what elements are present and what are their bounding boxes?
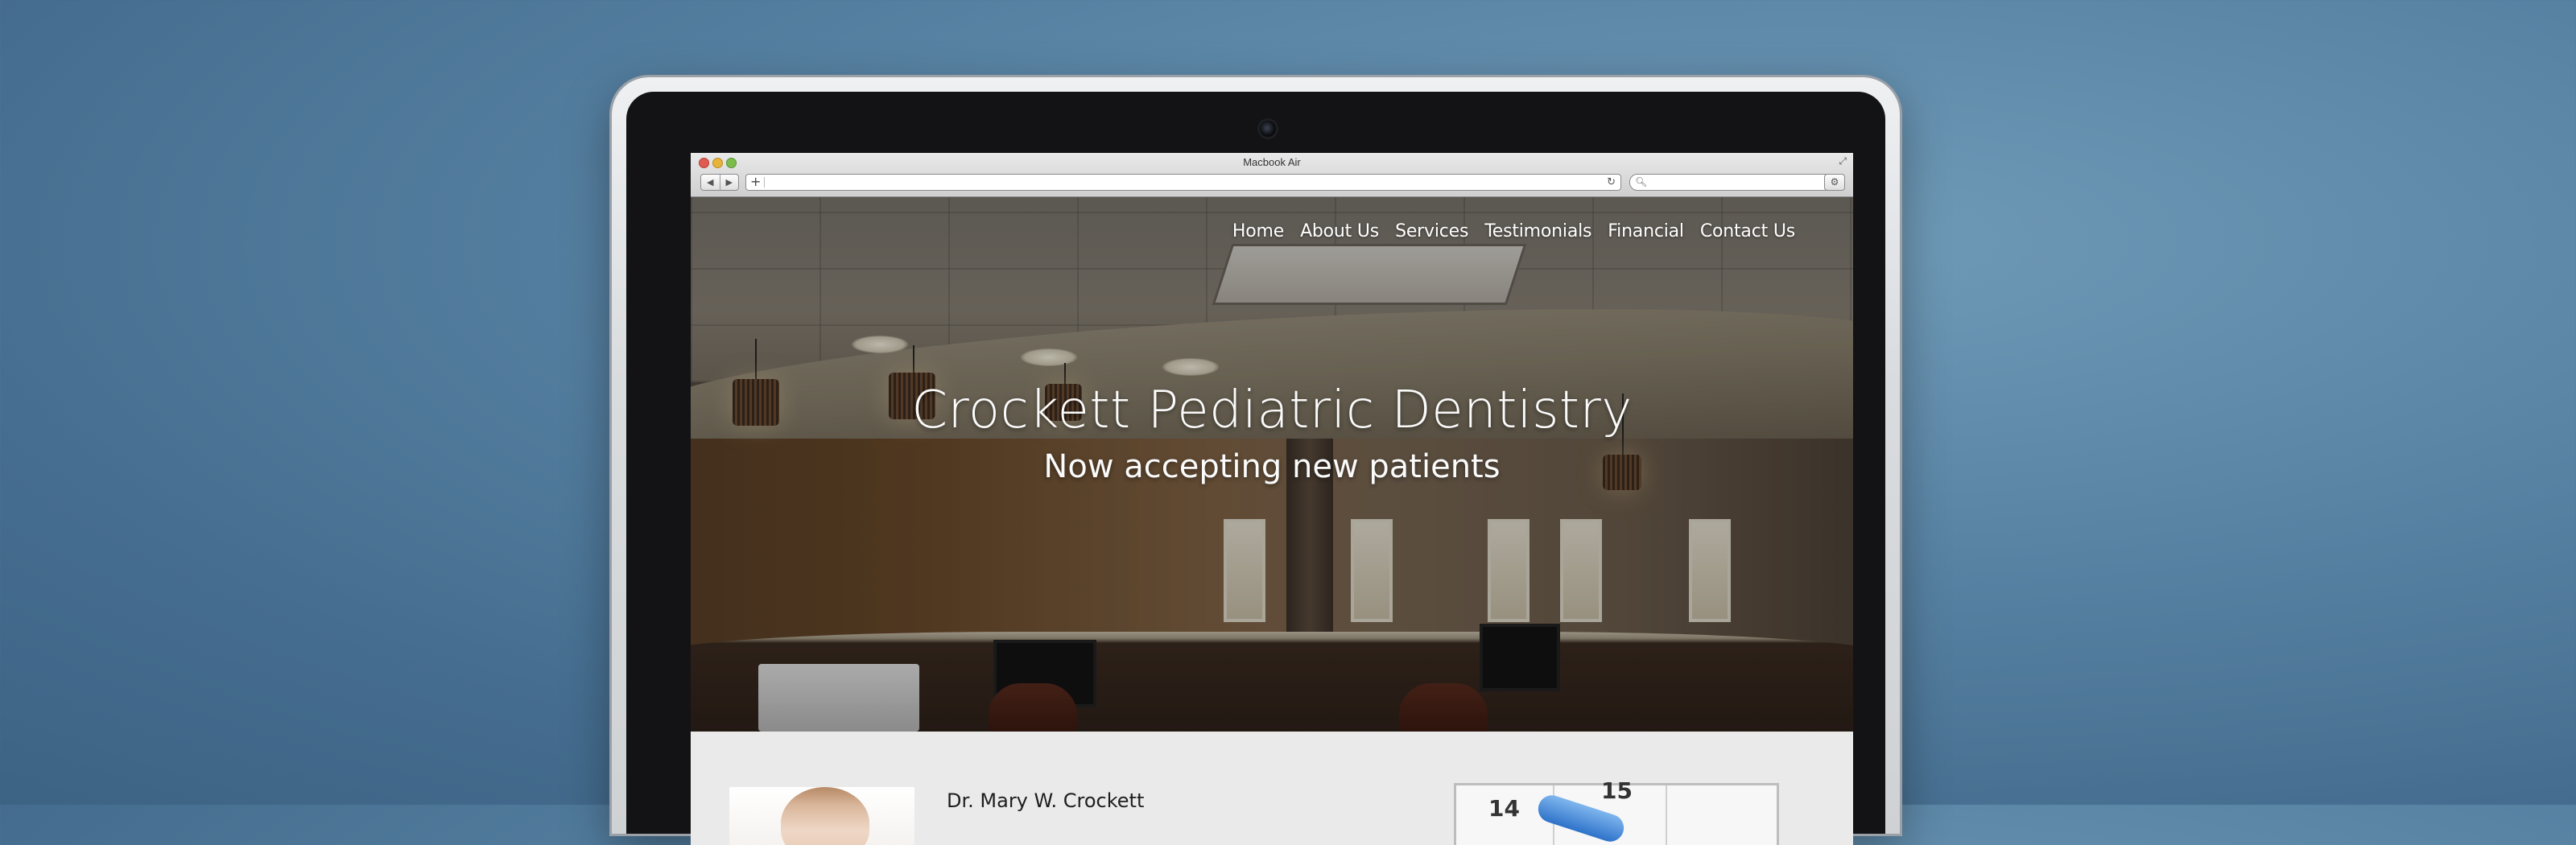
browser-window: Macbook Air ⤢ ◀ ▶ + ↻ 🔍︎ ⚙ Home About Us…	[691, 153, 1853, 845]
search-icon: 🔍︎	[1635, 176, 1648, 188]
fullscreen-icon[interactable]: ⤢	[1839, 155, 1847, 167]
browser-toolbar: Macbook Air ⤢ ◀ ▶ + ↻ 🔍︎ ⚙	[691, 153, 1853, 197]
history-buttons: ◀ ▶	[700, 174, 739, 191]
add-bookmark-icon[interactable]: +	[750, 174, 761, 189]
hero-section: Home About Us Services Testimonials Fina…	[691, 197, 1853, 732]
forward-button[interactable]: ▶	[720, 175, 739, 190]
doctor-name: Dr. Mary W. Crockett	[947, 789, 1145, 812]
nav-home[interactable]: Home	[1232, 221, 1284, 241]
calendar-image: 14 15	[1454, 777, 1779, 845]
hero-subtitle: Now accepting new patients	[1043, 448, 1501, 485]
search-field[interactable]: 🔍︎	[1629, 174, 1843, 191]
main-nav: Home About Us Services Testimonials Fina…	[1232, 221, 1795, 241]
nav-services[interactable]: Services	[1395, 221, 1468, 241]
nav-contact-us[interactable]: Contact Us	[1700, 221, 1795, 241]
camera-icon	[1260, 121, 1276, 137]
nav-financial[interactable]: Financial	[1608, 221, 1684, 241]
calendar-date: 15	[1601, 777, 1633, 804]
calendar-gridline	[1666, 785, 1667, 845]
window-title: Macbook Air	[1243, 156, 1301, 168]
nav-testimonials[interactable]: Testimonials	[1484, 221, 1591, 241]
content-section: Dr. Mary W. Crockett 14 15	[691, 732, 1853, 845]
address-bar[interactable]: + ↻	[745, 174, 1621, 191]
nav-about-us[interactable]: About Us	[1300, 221, 1379, 241]
laptop-frame: Macbook Air ⤢ ◀ ▶ + ↻ 🔍︎ ⚙ Home About Us…	[612, 77, 1900, 845]
hero-title: Crockett Pediatric Dentistry	[911, 381, 1633, 440]
reload-icon[interactable]: ↻	[1607, 175, 1616, 190]
back-button[interactable]: ◀	[701, 175, 720, 190]
action-menu-button[interactable]: ⚙	[1824, 174, 1845, 191]
address-divider	[764, 177, 765, 188]
laptop-bezel: Macbook Air ⤢ ◀ ▶ + ↻ 🔍︎ ⚙ Home About Us…	[626, 92, 1885, 845]
doctor-face	[781, 787, 869, 845]
calendar-date: 14	[1488, 795, 1520, 822]
doctor-photo	[729, 787, 914, 845]
